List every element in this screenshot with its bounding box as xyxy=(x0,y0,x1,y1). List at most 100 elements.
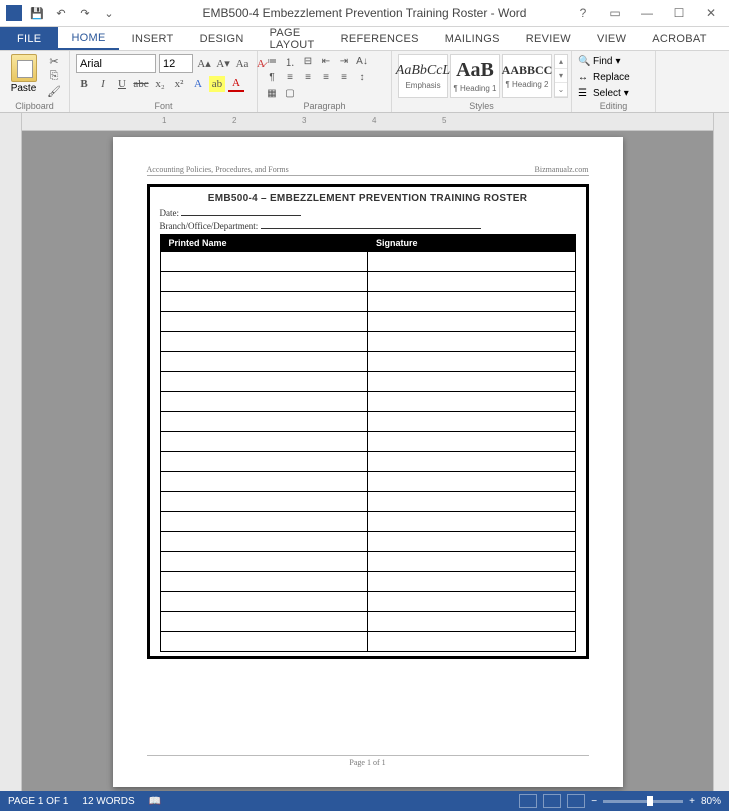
cell-signature[interactable] xyxy=(368,312,576,332)
cell-printed-name[interactable] xyxy=(160,572,368,592)
styles-down-button[interactable]: ▾ xyxy=(555,69,567,83)
zoom-in-button[interactable]: + xyxy=(689,796,695,807)
tab-page-layout[interactable]: PAGE LAYOUT xyxy=(257,27,328,50)
align-left-button[interactable]: ≡ xyxy=(282,70,298,84)
status-words[interactable]: 12 WORDS xyxy=(82,796,134,807)
strike-button[interactable]: abc xyxy=(133,76,149,92)
increase-indent-button[interactable]: ⇥ xyxy=(336,54,352,68)
align-center-button[interactable]: ≡ xyxy=(300,70,316,84)
multilevel-button[interactable]: ⊟ xyxy=(300,54,316,68)
cell-printed-name[interactable] xyxy=(160,332,368,352)
cell-signature[interactable] xyxy=(368,292,576,312)
cell-printed-name[interactable] xyxy=(160,592,368,612)
decrease-indent-button[interactable]: ⇤ xyxy=(318,54,334,68)
change-case-button[interactable]: Aa xyxy=(234,56,250,72)
cell-printed-name[interactable] xyxy=(160,272,368,292)
text-effects-button[interactable]: A xyxy=(190,76,206,92)
ribbon-options-button[interactable]: ▭ xyxy=(601,3,629,23)
shading-button[interactable]: ▦ xyxy=(264,86,280,100)
align-right-button[interactable]: ≡ xyxy=(318,70,334,84)
maximize-button[interactable]: ☐ xyxy=(665,3,693,23)
style-emphasis[interactable]: AaBbCcL Emphasis xyxy=(398,54,448,98)
find-button[interactable]: 🔍Find ▾ xyxy=(578,54,630,69)
cell-printed-name[interactable] xyxy=(160,452,368,472)
cell-signature[interactable] xyxy=(368,252,576,272)
cell-printed-name[interactable] xyxy=(160,252,368,272)
cell-signature[interactable] xyxy=(368,372,576,392)
cell-printed-name[interactable] xyxy=(160,492,368,512)
highlight-button[interactable]: ab xyxy=(209,76,225,92)
vertical-scrollbar[interactable] xyxy=(713,113,729,791)
cell-signature[interactable] xyxy=(368,412,576,432)
borders-button[interactable]: ▢ xyxy=(282,86,298,100)
shrink-font-button[interactable]: A▾ xyxy=(215,56,231,72)
style-heading1[interactable]: AaB ¶ Heading 1 xyxy=(450,54,500,98)
cell-signature[interactable] xyxy=(368,592,576,612)
cell-printed-name[interactable] xyxy=(160,532,368,552)
superscript-button[interactable]: x² xyxy=(171,76,187,92)
redo-button[interactable]: ↷ xyxy=(76,4,94,22)
paste-button[interactable]: Paste xyxy=(6,54,41,94)
cell-printed-name[interactable] xyxy=(160,392,368,412)
cell-signature[interactable] xyxy=(368,632,576,652)
minimize-button[interactable]: — xyxy=(633,3,661,23)
zoom-level[interactable]: 80% xyxy=(701,796,721,807)
cell-signature[interactable] xyxy=(368,572,576,592)
view-print-layout-button[interactable] xyxy=(543,794,561,808)
zoom-thumb[interactable] xyxy=(647,796,653,806)
font-color-button[interactable]: A xyxy=(228,76,244,92)
tab-file[interactable]: FILE xyxy=(0,27,58,50)
bold-button[interactable]: B xyxy=(76,76,92,92)
help-button[interactable]: ? xyxy=(569,3,597,23)
bullets-button[interactable]: ≔ xyxy=(264,54,280,68)
tab-acrobat[interactable]: ACROBAT xyxy=(639,27,719,50)
styles-up-button[interactable]: ▴ xyxy=(555,55,567,69)
cell-printed-name[interactable] xyxy=(160,292,368,312)
justify-button[interactable]: ≡ xyxy=(336,70,352,84)
subscript-button[interactable]: x₂ xyxy=(152,76,168,92)
style-heading2[interactable]: AABBCC ¶ Heading 2 xyxy=(502,54,552,98)
show-marks-button[interactable]: ¶ xyxy=(264,70,280,84)
cell-printed-name[interactable] xyxy=(160,632,368,652)
font-name-select[interactable] xyxy=(76,54,156,73)
sort-button[interactable]: A↓ xyxy=(354,54,370,68)
status-page[interactable]: PAGE 1 OF 1 xyxy=(8,796,68,807)
save-button[interactable]: 💾 xyxy=(28,4,46,22)
underline-button[interactable]: U xyxy=(114,76,130,92)
tab-design[interactable]: DESIGN xyxy=(187,27,257,50)
line-spacing-button[interactable]: ↕ xyxy=(354,70,370,84)
styles-more-button[interactable]: ⌄ xyxy=(555,83,567,97)
cell-printed-name[interactable] xyxy=(160,352,368,372)
cell-signature[interactable] xyxy=(368,532,576,552)
zoom-out-button[interactable]: − xyxy=(591,796,597,807)
cell-printed-name[interactable] xyxy=(160,432,368,452)
tab-view[interactable]: VIEW xyxy=(584,27,639,50)
tab-references[interactable]: REFERENCES xyxy=(328,27,432,50)
view-read-mode-button[interactable] xyxy=(519,794,537,808)
document-page[interactable]: Accounting Policies, Procedures, and For… xyxy=(113,137,623,787)
cell-printed-name[interactable] xyxy=(160,612,368,632)
cell-printed-name[interactable] xyxy=(160,472,368,492)
status-proofing-icon[interactable]: 📖 xyxy=(149,796,161,807)
qat-dropdown[interactable]: ⌄ xyxy=(100,4,118,22)
cell-printed-name[interactable] xyxy=(160,312,368,332)
cell-signature[interactable] xyxy=(368,332,576,352)
cell-signature[interactable] xyxy=(368,452,576,472)
document-canvas[interactable]: 1 2 3 4 5 Accounting Policies, Procedure… xyxy=(22,113,713,791)
cut-button[interactable]: ✂ xyxy=(45,54,63,68)
cell-printed-name[interactable] xyxy=(160,512,368,532)
cell-signature[interactable] xyxy=(368,472,576,492)
sign-in-link[interactable]: Sign in xyxy=(720,27,729,50)
tab-home[interactable]: HOME xyxy=(58,27,118,50)
cell-signature[interactable] xyxy=(368,432,576,452)
format-painter-button[interactable]: 🖌 xyxy=(45,84,63,98)
cell-signature[interactable] xyxy=(368,552,576,572)
select-button[interactable]: ☰Select ▾ xyxy=(578,86,630,101)
copy-button[interactable]: ⎘ xyxy=(45,69,63,83)
cell-signature[interactable] xyxy=(368,492,576,512)
cell-printed-name[interactable] xyxy=(160,412,368,432)
zoom-slider[interactable] xyxy=(603,800,683,803)
cell-signature[interactable] xyxy=(368,272,576,292)
tab-review[interactable]: REVIEW xyxy=(513,27,584,50)
view-web-layout-button[interactable] xyxy=(567,794,585,808)
